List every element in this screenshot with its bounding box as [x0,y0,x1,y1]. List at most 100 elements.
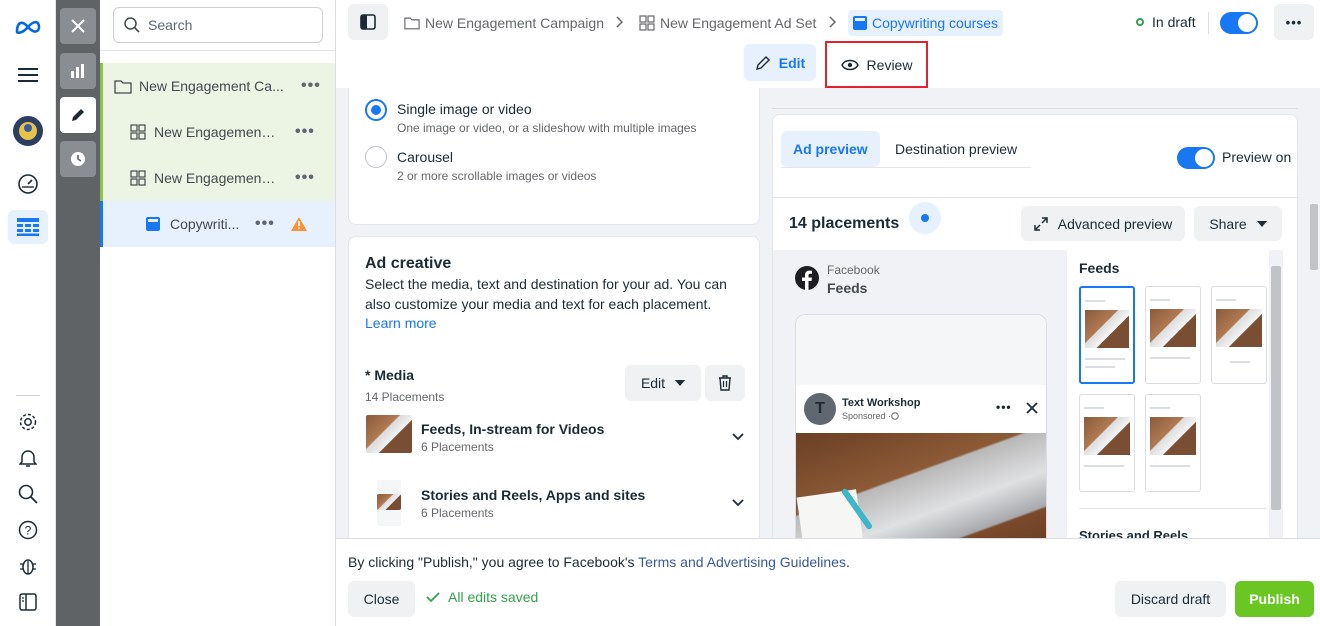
dashboard-icon[interactable] [8,167,48,201]
review-mode-label: Review [866,56,913,73]
avatar[interactable] [8,114,48,148]
close-button[interactable]: Close [348,581,415,617]
trash-icon [719,375,731,391]
story-thumbnail [377,480,401,526]
carousel-radio[interactable] [365,146,387,168]
pencil-icon[interactable] [60,97,96,133]
search-input[interactable]: Search [113,7,323,43]
phone-mockup: T Text Workshop Sponsored · ••• [795,314,1047,538]
sponsored-text: Sponsored · [842,411,892,421]
ad-creative-title: Ad creative [365,255,452,272]
single-image-desc: One image or video, or a slideshow with … [397,121,697,135]
meta-logo-icon[interactable] [8,10,48,44]
preview-card: Ad preview Destination preview Preview o… [772,114,1299,538]
ad-creative-card: Ad creative Select the media, text and d… [348,236,760,538]
advanced-preview-button[interactable]: Advanced preview [1021,206,1185,241]
placement-thumb[interactable] [1145,286,1201,384]
chevron-right-icon [616,16,624,28]
campaign-tree: Search New Engagement Ca... ••• New Enga… [100,0,336,626]
tree-item-label: New Engagement ... [154,124,279,140]
terms-notice: By clicking "Publish," you agree to Face… [348,554,850,570]
more-options-button[interactable]: ••• [1274,4,1314,40]
media-edit-button[interactable]: Edit [625,365,701,401]
single-image-radio[interactable] [365,99,387,121]
toggle-panel-button[interactable] [348,4,388,40]
tab-destination-preview[interactable]: Destination preview [883,131,1029,167]
breadcrumb-label: Copywriting courses [872,15,999,31]
sidebar-toggle-icon [360,14,376,30]
draft-toggle[interactable] [1220,12,1258,34]
search-icon[interactable] [8,477,48,511]
placement-name: Feeds [827,280,868,296]
publish-button[interactable]: Publish [1235,581,1314,617]
placement-thumb-selected[interactable] [1079,286,1135,384]
chevron-down-icon[interactable] [732,499,744,507]
settings-icon[interactable] [8,405,48,439]
ad-preview-area: Facebook Feeds T Text Workshop Sponsored… [773,250,1067,538]
breadcrumb-campaign[interactable]: New Engagement Campaign [404,10,604,36]
close-icon[interactable] [60,8,96,44]
chevron-down-icon[interactable] [732,433,744,441]
adset-grid-icon [130,170,146,186]
menu-icon[interactable] [8,58,48,92]
more-icon[interactable]: ••• [255,215,275,233]
media-edit-label: Edit [640,375,666,391]
breadcrumb-ad[interactable]: Copywriting courses [848,10,1004,36]
tree-item-label: Copywriti... [170,216,240,232]
divider [1079,508,1267,509]
placement-thumbnails: Feeds Stories and Reels [1067,250,1283,538]
edit-mode-label: Edit [778,54,806,71]
adset-grid-icon [639,15,655,31]
bug-icon[interactable] [8,549,48,583]
tree-item-campaign[interactable]: New Engagement Ca... ••• [100,63,335,109]
terms-prefix: By clicking "Publish," you agree to Face… [348,554,639,570]
history-icon[interactable] [60,141,96,177]
learn-more-link[interactable]: Learn more [365,315,437,331]
delete-media-button[interactable] [705,365,745,401]
phone-header [796,315,1046,385]
placement-thumb[interactable] [1145,394,1201,492]
placement-group-title: Stories and Reels, Apps and sites [421,487,646,503]
more-icon[interactable]: ••• [295,123,315,141]
post-more-icon[interactable]: ••• [996,400,1012,414]
tab-ad-preview[interactable]: Ad preview [781,131,880,167]
placement-group-count: 6 Placements [421,506,494,520]
preview-on-toggle[interactable] [1177,147,1215,169]
bell-icon[interactable] [8,441,48,475]
placement-thumb[interactable] [1079,394,1135,492]
close-icon[interactable] [1026,402,1038,414]
reporting-icon[interactable] [60,53,96,89]
breadcrumb-adset[interactable]: New Engagement Ad Set [639,10,816,36]
more-icon[interactable]: ••• [295,169,315,187]
placement-thumb[interactable] [1211,286,1267,384]
adset-grid-icon [130,124,146,140]
folder-icon [404,17,420,30]
tree-item-label: New Engagement ... [154,170,279,186]
preview-pane: Ad preview Destination preview Preview o… [760,88,1320,538]
ad-icon [853,16,867,30]
scrollbar[interactable] [1269,250,1283,538]
placement-group-count: 6 Placements [421,440,494,454]
page-scrollbar[interactable] [1308,198,1320,538]
discard-draft-button[interactable]: Discard draft [1115,581,1226,617]
tree-item-adset[interactable]: New Engagement ... ••• [100,155,335,201]
share-label: Share [1209,215,1247,232]
eye-icon [840,59,859,70]
help-icon[interactable]: ? [8,513,48,547]
expand-icon [1034,216,1048,231]
sponsored-label: Sponsored · [842,411,899,421]
tree-item-adset[interactable]: New Engagement ... ••• [100,109,335,155]
more-icon[interactable]: ••• [301,77,321,95]
table-icon[interactable] [8,210,48,244]
panel-icon[interactable] [8,585,48,619]
search-placeholder: Search [148,17,193,33]
review-mode-button[interactable]: Review [825,41,928,88]
share-button[interactable]: Share [1194,206,1282,241]
tool-column [56,0,100,626]
tree-item-ad[interactable]: Copywriti... ••• [100,201,335,247]
edit-mode-button[interactable]: Edit [744,44,816,81]
svg-text:?: ? [25,524,32,538]
check-icon [426,591,440,602]
placements-count: 14 placements [789,215,900,232]
terms-link[interactable]: Terms and Advertising Guidelines [638,554,846,570]
